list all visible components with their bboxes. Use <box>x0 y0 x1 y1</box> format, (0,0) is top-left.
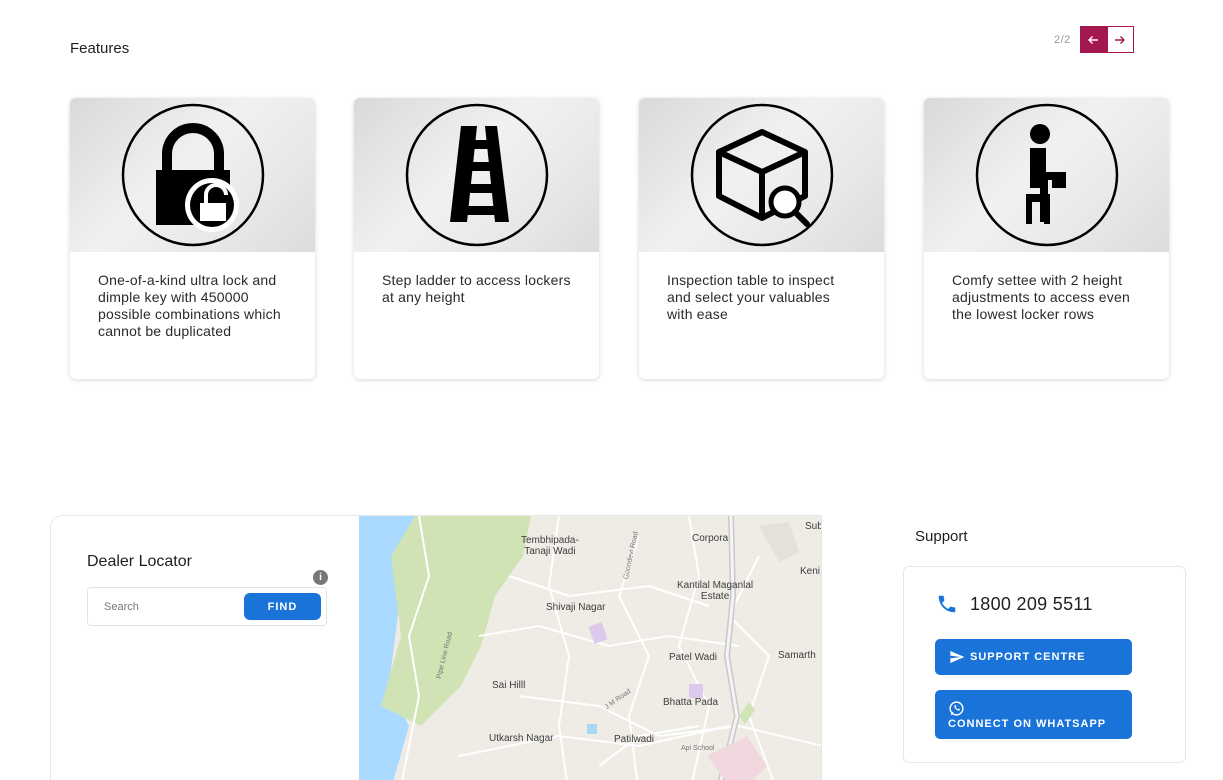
find-button[interactable]: FIND <box>244 593 321 620</box>
padlock-key-icon <box>121 103 264 247</box>
support-title: Support <box>915 528 968 545</box>
step-ladder-icon <box>405 103 548 247</box>
send-icon <box>950 651 965 663</box>
map-label: Shivaji Nagar <box>546 602 606 613</box>
support-centre-button[interactable]: SUPPORT CENTRE <box>935 639 1132 675</box>
box-inspect-icon <box>690 103 833 247</box>
features-pager: 2/2 <box>1054 26 1134 53</box>
support-phone: 1800 209 5511 <box>970 593 1093 614</box>
map-label: Sub <box>805 521 822 532</box>
dealer-search-input[interactable] <box>88 600 238 613</box>
feature-card-image <box>354 98 599 252</box>
map-label: Patel Wadi <box>669 652 717 663</box>
map-label: Samarth <box>778 650 816 661</box>
map-label: Api School <box>681 745 715 752</box>
feature-card-text: Comfy settee with 2 height adjustments t… <box>952 272 1130 322</box>
whatsapp-icon <box>949 701 964 716</box>
info-icon[interactable]: i <box>313 570 328 585</box>
dealer-map[interactable]: Tembhipada- Tanaji Wadi Corpora Sub Keni … <box>359 516 822 780</box>
map-label: Keni <box>800 566 821 577</box>
feature-card-image <box>924 98 1169 252</box>
feature-card-lock: One-of-a-kind ultra lock and dimple key … <box>70 98 315 379</box>
feature-card-image <box>639 98 884 252</box>
feature-card-settee: Comfy settee with 2 height adjustments t… <box>924 98 1169 379</box>
seated-person-icon <box>975 103 1118 247</box>
feature-card-text: Inspection table to inspect and select y… <box>667 272 835 322</box>
map-label: Bhatta Pada <box>663 697 719 708</box>
features-title: Features <box>70 40 130 57</box>
pager-next-button[interactable] <box>1106 26 1134 53</box>
map-label: Patilwadi <box>614 734 655 745</box>
feature-card-image <box>70 98 315 252</box>
pager-prev-button[interactable] <box>1079 26 1107 53</box>
map-label: Corpora <box>692 533 729 544</box>
dealer-locator-panel: Dealer Locator i FIND <box>50 515 822 780</box>
phone-icon <box>938 595 956 613</box>
feature-card-ladder: Step ladder to access lockers at any hei… <box>354 98 599 379</box>
whatsapp-label: CONNECT ON WHATSAPP <box>948 718 1107 730</box>
arrow-left-icon <box>1088 35 1099 44</box>
feature-card-text: Step ladder to access lockers at any hei… <box>382 272 571 305</box>
feature-card-inspection: Inspection table to inspect and select y… <box>639 98 884 379</box>
map-label: Sai Hilll <box>492 680 526 691</box>
arrow-right-icon <box>1115 35 1126 44</box>
map-label: Kantilal Maganlal Estate <box>677 580 754 602</box>
map-label: Utkarsh Nagar <box>489 733 554 744</box>
dealer-search-box: FIND <box>87 587 327 626</box>
map-label: Tembhipada- Tanaji Wadi <box>521 535 579 557</box>
dealer-locator-title: Dealer Locator <box>87 553 192 570</box>
pager-count: 2/2 <box>1054 33 1071 46</box>
map-canvas <box>359 516 821 780</box>
phone-row[interactable]: 1800 209 5511 <box>936 593 1093 615</box>
support-centre-label: SUPPORT CENTRE <box>970 651 1086 663</box>
feature-card-text: One-of-a-kind ultra lock and dimple key … <box>98 272 281 339</box>
whatsapp-button[interactable]: CONNECT ON WHATSAPP <box>935 690 1132 739</box>
support-card: 1800 209 5511 SUPPORT CENTRE CONNECT ON … <box>903 566 1186 763</box>
